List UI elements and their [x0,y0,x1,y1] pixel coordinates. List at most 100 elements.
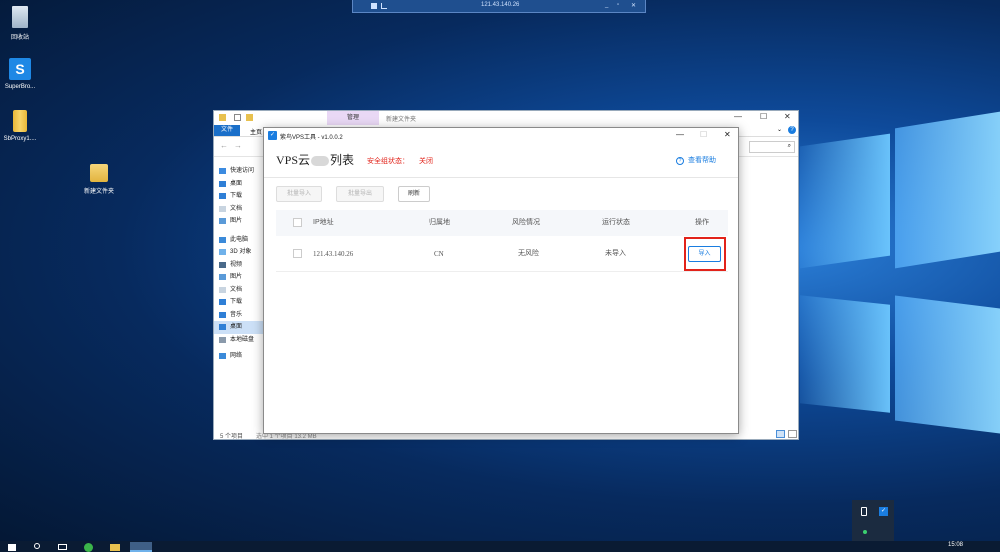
nav-item-music[interactable]: 音乐 [214,309,266,322]
usb-device-icon[interactable] [861,507,867,516]
search-box[interactable]: ⌕ [749,141,795,153]
computer-icon [219,236,226,243]
desktop-icon-superbrowser[interactable]: S SuperBro... [0,58,50,90]
checkbox-icon[interactable] [234,114,241,121]
maximize-button[interactable]: ☐ [760,112,767,121]
table-header: IP地址 归属地 风险情况 运行状态 操作 [276,210,728,236]
forward-arrow-icon[interactable]: → [234,141,242,150]
batch-export-button[interactable]: 批量导出 [336,186,384,202]
desktop-icon [219,180,226,187]
disk-icon [219,336,226,343]
explorer-titlebar: 管理 新建文件夹 — ☐ ✕ [214,111,798,125]
nav-item-local-disk[interactable]: 本地磁盘 [214,334,266,347]
refresh-button[interactable]: 刷新 [398,186,430,202]
desktop-icon-new-folder[interactable]: 新建文件夹 [69,164,129,195]
folder-icon [90,164,108,182]
nav-item-desktop[interactable]: 桌面 [214,178,266,191]
file-explorer-taskbar-icon[interactable] [110,544,120,551]
nav-item-documents[interactable]: 文档 [214,203,266,216]
taskbar: 15:08 [0,541,1000,552]
music-icon [219,311,226,318]
start-windows-icon[interactable] [8,544,16,551]
nav-item-downloads-pc[interactable]: 下载 [214,296,266,309]
help-icon[interactable]: ? [788,126,796,134]
document-icon [219,286,226,293]
cell-ip: 121.43.140.26 [313,250,354,258]
nav-item-network[interactable]: 网络 [214,350,266,363]
table-row: 121.43.140.26 CN 无风险 未导入 导入 [276,236,728,272]
archive-icon [13,110,27,132]
video-icon [219,261,226,268]
batch-import-button[interactable]: 批量导入 [276,186,322,202]
redacted-mask [311,156,330,167]
app-logo-icon: ✓ [268,131,277,140]
restore-icon[interactable]: ▫ [617,2,619,8]
desktop-icon-label: SbProxy1.... [3,136,37,142]
help-circle-icon: ? [676,157,684,165]
vps-tool-taskbar-icon[interactable] [130,542,152,552]
explorer-title: 新建文件夹 [386,117,417,123]
folder-icon [246,114,253,121]
desktop-icon-label: 新建文件夹 [83,189,114,195]
download-icon [219,193,226,199]
navigation-pane: 快速访问 桌面 下载 文档 图片 此电脑 3D 对象 视频 图片 文档 下载 音… [214,157,266,427]
nav-item-3d-objects[interactable]: 3D 对象 [214,246,266,259]
close-icon[interactable]: ✕ [631,2,636,9]
minimize-button[interactable]: — [734,112,742,121]
search-icon: ⌕ [787,143,791,149]
cube-icon [219,249,226,255]
column-header-risk: 风险情况 [512,219,540,226]
tool-header: VPS云 列表 安全组状态： 关闭 ? 查看帮助 [264,144,738,178]
manage-tab[interactable]: 管理 [327,111,379,125]
collapse-ribbon-icon[interactable]: ⌄ [777,126,782,133]
clock[interactable]: 15:08 [948,542,963,548]
details-view-icon[interactable] [776,430,785,438]
nav-item-desktop-pc[interactable]: 桌面 [214,321,266,334]
desktop-icon [219,324,226,330]
minimize-button[interactable]: — [676,130,684,139]
pin-icon[interactable] [371,3,377,9]
nav-item-downloads[interactable]: 下载 [214,190,266,203]
nav-item-videos[interactable]: 视频 [214,259,266,272]
cell-risk: 无风险 [518,250,539,257]
cell-region: CN [434,250,444,258]
security-group-label: 安全组状态： [367,158,409,165]
tool-titlebar: ✓ 紫鸟VPS工具 - v1.0.0.2 — ☐ ✕ [264,128,738,144]
column-header-status: 运行状态 [602,219,630,226]
task-view-icon[interactable] [58,544,67,550]
nav-item-quick-access[interactable]: 快速访问 [214,165,266,178]
tray-icons[interactable] [872,544,932,550]
ribbon-tab-home[interactable]: 主页 [250,127,262,136]
back-arrow-icon[interactable]: ← [220,141,228,150]
signal-icon [381,3,387,9]
column-header-region: 归属地 [429,219,450,226]
search-icon[interactable] [34,543,40,549]
document-icon [219,205,226,212]
recycle-bin-icon [12,6,28,28]
browser-taskbar-icon[interactable] [84,543,93,552]
row-checkbox[interactable] [293,249,302,258]
desktop-icon-label: SuperBro... [4,84,36,90]
column-header-ip: IP地址 [313,219,334,226]
large-icons-view-icon[interactable] [788,430,797,438]
download-icon [219,299,226,305]
item-count: 5 个项目 [220,434,244,440]
nav-item-pictures-pc[interactable]: 图片 [214,271,266,284]
cell-status: 未导入 [605,250,626,257]
nav-item-this-pc[interactable]: 此电脑 [214,234,266,247]
select-all-checkbox[interactable] [293,218,302,227]
desktop-icon-recycle-bin[interactable]: 回收站 [0,6,50,41]
ribbon-tab-file[interactable]: 文件 [214,125,240,136]
network-icon [219,353,226,359]
close-button[interactable]: ✕ [724,130,731,139]
minimize-icon[interactable]: _ [605,2,608,8]
app-logo-icon[interactable]: ✓ [879,507,888,516]
nav-item-documents-pc[interactable]: 文档 [214,284,266,297]
help-link[interactable]: ? 查看帮助 [676,155,716,165]
close-button[interactable]: ✕ [784,112,791,121]
maximize-button[interactable]: ☐ [700,130,707,139]
picture-icon [219,274,226,280]
nav-item-pictures[interactable]: 图片 [214,215,266,228]
import-button[interactable]: 导入 [688,246,721,262]
desktop-icon-sbproxy[interactable]: SbProxy1.... [0,110,50,142]
